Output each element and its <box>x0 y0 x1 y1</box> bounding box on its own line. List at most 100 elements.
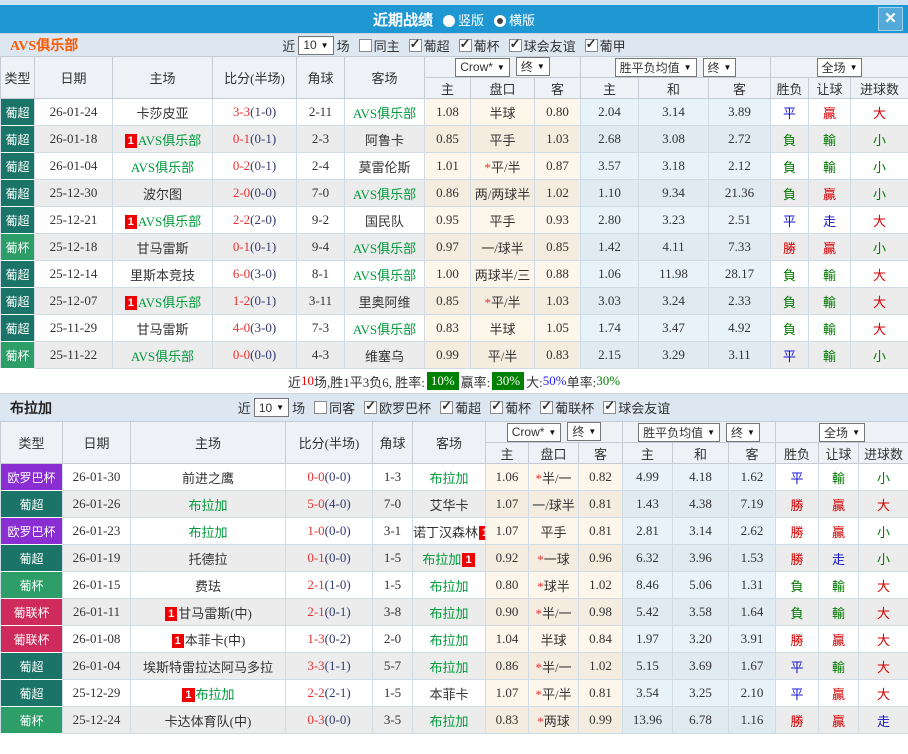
sub-col-header: 让球 <box>808 77 852 99</box>
table-row: 葡联杯 26-01-11 1 甘马雷斯(中) 2-1(0-1) 3-8 布拉加 0.90 *半/… <box>0 598 908 626</box>
bookmaker-select[interactable]: Crow* ▼ <box>506 422 562 442</box>
wdl-average-select[interactable]: 胜平负均值 ▼ <box>614 57 697 77</box>
league-checkbox[interactable] <box>584 36 598 52</box>
league-checkbox[interactable] <box>490 398 504 414</box>
radio-horizontal[interactable] <box>494 14 506 27</box>
chevron-down-icon: ▼ <box>548 427 557 437</box>
matches-table: 类型 日期 主场 比分(半场) 角球 客场 Crow* ▼ 终 ▼ 胜平负均值 ▼ 终 ▼ 全场 ▼ 主盘口客主… <box>0 421 908 734</box>
cell-result-wdl: 平 <box>770 98 810 126</box>
half-score: (0-2) <box>324 631 351 646</box>
handicap-name: 球半 <box>543 578 570 594</box>
cell-avg-home: 13.96 <box>622 706 673 734</box>
cell-odds-home: 1.08 <box>424 98 471 126</box>
cell-odds-home: 0.86 <box>424 179 471 207</box>
cell-date: 26-01-24 <box>34 98 113 126</box>
sub-col-header: 主 <box>485 442 529 464</box>
avg-time-select[interactable]: 终 ▼ <box>726 422 760 442</box>
league-badge: 葡超 <box>0 179 35 207</box>
cell-date: 25-12-18 <box>34 233 113 261</box>
cell-home-team: 1 本菲卡(中) <box>130 625 286 653</box>
bookmaker-select-label: Crow* <box>511 425 545 440</box>
period-select[interactable]: 全场 ▼ <box>816 57 863 77</box>
stats-summary: 近 10 场,胜1平3负6, 胜率: 10% 赢率: 30% 大: 50% 单率: 30… <box>0 369 908 393</box>
league-checkbox[interactable] <box>458 36 472 52</box>
cell-odds-home: 0.85 <box>424 287 471 315</box>
cell-home-team: 1 AVS俱乐部 <box>112 125 213 153</box>
avg-time-select[interactable]: 终 ▼ <box>702 57 737 77</box>
sections-container: AVS俱乐部近10▼场同主葡超葡杯球会友谊葡甲类型日期主场比分(半场)角球客场C… <box>0 33 908 734</box>
cell-away-team: AVS俱乐部 <box>344 260 425 288</box>
period-select[interactable]: 全场 ▼ <box>819 422 865 442</box>
full-score: 2-2 <box>307 685 325 700</box>
odds-dropdown-group: Crow* ▼ 终 ▼ <box>485 421 623 443</box>
cell-handicap: 平/半 <box>470 341 535 369</box>
league-checkbox[interactable] <box>364 398 378 414</box>
cell-avg-home: 2.04 <box>580 98 639 126</box>
match-count-select[interactable]: 10 ▼ <box>298 35 334 55</box>
handicap-name: 半/一 <box>541 470 572 486</box>
cell-away-team: 莫雷伦斯 <box>344 152 425 180</box>
league-checkbox[interactable] <box>603 398 617 414</box>
col-header: 日期 <box>34 56 113 99</box>
stats-segment: 30% <box>596 373 621 388</box>
cell-avg-away: 1.67 <box>727 652 777 680</box>
league-checkbox[interactable] <box>408 36 422 52</box>
cell-home-team: 1 布拉加 <box>130 679 286 707</box>
cell-away-team-name: 布拉加 <box>429 578 469 594</box>
col-header: 日期 <box>62 421 131 464</box>
same-venue-checkbox[interactable] <box>358 38 372 52</box>
cell-avg-draw: 3.58 <box>672 598 729 626</box>
cell-result-wdl: 勝 <box>775 517 820 545</box>
full-score: 0-1 <box>232 131 251 146</box>
sub-col-header: 盘口 <box>528 442 579 464</box>
cell-date: 26-01-19 <box>62 544 131 572</box>
cell-away-team-name: 艾华卡 <box>429 497 469 513</box>
cell-handicap: 一/球半 <box>470 233 535 261</box>
cell-avg-away: 3.91 <box>727 625 777 653</box>
cell-score: 2-2(2-0) <box>212 206 297 234</box>
cell-odds-away: 1.03 <box>534 125 581 153</box>
radio-vertical[interactable] <box>442 14 455 27</box>
col-header: 客场 <box>344 56 425 99</box>
cell-avg-home: 1.97 <box>622 625 673 653</box>
cell-score: 0-0(0-0) <box>212 341 297 369</box>
cell-odds-home: 0.86 <box>485 652 529 680</box>
cell-result-wdl: 負 <box>775 571 820 599</box>
cell-corners: 8-1 <box>296 260 345 288</box>
half-score: (0-0) <box>324 469 351 484</box>
league-badge: 葡联杯 <box>0 625 63 653</box>
cell-away-team: 布拉加 1 <box>412 544 486 572</box>
cell-odds-home: 0.92 <box>485 544 529 572</box>
handicap-name: 平/半 <box>490 159 521 175</box>
wdl-average-select[interactable]: 胜平负均值 ▼ <box>638 422 720 442</box>
cell-date: 25-12-29 <box>62 679 131 707</box>
cell-home-team-name: 卡莎皮亚 <box>136 105 189 121</box>
stats-segment: 场,胜1平3负6, 胜率: <box>313 374 425 390</box>
cell-result-goals: 大 <box>850 314 908 342</box>
cell-avg-away: 1.62 <box>727 463 777 491</box>
same-venue-checkbox[interactable] <box>314 401 328 414</box>
close-button[interactable]: ✕ <box>878 7 903 31</box>
cell-result-goals: 小 <box>858 544 908 572</box>
full-score: 3-3 <box>307 658 325 673</box>
period-select-label: 全场 <box>824 425 849 440</box>
cell-date: 25-12-30 <box>34 179 113 207</box>
stats-segment: 10% <box>426 372 459 390</box>
cell-result-wdl: 負 <box>770 125 810 153</box>
league-checkbox[interactable] <box>440 398 454 414</box>
cell-avg-draw: 3.18 <box>638 152 709 180</box>
odds-time-select[interactable]: 终 ▼ <box>515 57 550 77</box>
table-row: 葡超 26-01-24 卡莎皮亚 3-3(1-0) 2-11 AVS俱乐部 1.08 半球 0.… <box>0 98 908 126</box>
cell-result-goals: 小 <box>858 517 908 545</box>
league-checkbox[interactable] <box>508 36 522 52</box>
cell-date: 26-01-30 <box>62 463 131 491</box>
match-count-select[interactable]: 10 ▼ <box>253 398 290 417</box>
team-name: 布拉加 <box>10 401 52 417</box>
cell-away-team-name: AVS俱乐部 <box>352 240 417 256</box>
chevron-down-icon: ▼ <box>849 62 858 72</box>
full-score: 1-0 <box>307 523 325 538</box>
cell-odds-away: 1.02 <box>578 652 623 680</box>
odds-time-select[interactable]: 终 ▼ <box>567 422 602 442</box>
league-checkbox[interactable] <box>540 398 554 414</box>
bookmaker-select[interactable]: Crow* ▼ <box>455 57 510 77</box>
